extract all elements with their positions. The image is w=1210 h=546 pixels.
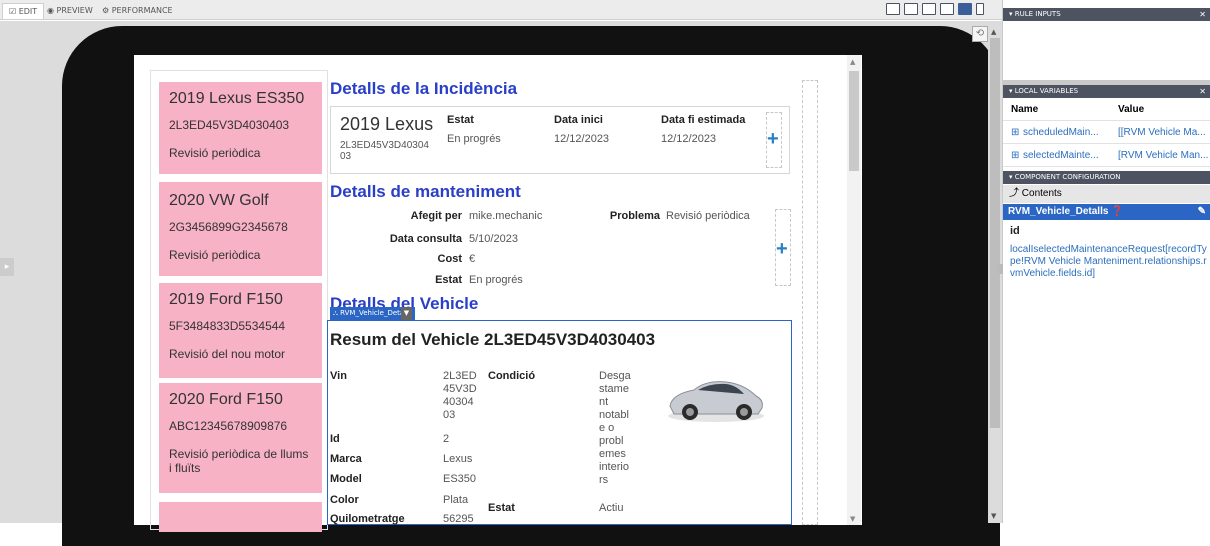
incidence-vin: 2L3ED45V3D40304 03 — [340, 140, 429, 162]
record-card[interactable]: 2020 Ford F150 ABC12345678909876 Revisió… — [159, 383, 322, 493]
record-vin: 2G3456899G2345678 — [169, 220, 288, 234]
up-arrow-icon: ⤴ — [1009, 188, 1022, 199]
contents-breadcrumb[interactable]: ⤴ Contents — [1003, 185, 1210, 203]
add-icon[interactable]: + — [776, 238, 788, 261]
variables-header-row: Name Value — [1003, 99, 1210, 121]
record-title: 2019 Lexus ES350 — [169, 90, 305, 107]
added-by-value: mike.mechanic — [469, 210, 543, 222]
record-reason: Revisió del nou motor — [169, 347, 286, 361]
car-image — [668, 381, 764, 422]
condition-label: Condició — [488, 370, 536, 382]
id-value: 2 — [443, 433, 450, 445]
consult-date-value: 5/10/2023 — [469, 233, 518, 245]
drop-zone — [802, 80, 818, 525]
record-vin: 2L3ED45V3D4030403 — [169, 118, 290, 132]
component-configuration-header[interactable]: ▾ COMPONENT CONFIGURATION — [1003, 171, 1210, 184]
record-title: 2020 Ford F150 — [169, 391, 283, 408]
record-card[interactable]: 2019 Lexus ES350 2L3ED45V3D4030403 Revis… — [159, 82, 322, 174]
record-title: 2020 VW Golf — [169, 192, 269, 209]
maint-status-value: En progrés — [469, 274, 523, 286]
maint-status-label: Estat — [435, 274, 462, 286]
add-icon[interactable]: + — [767, 128, 779, 151]
fit-width-icon[interactable] — [886, 3, 900, 15]
consult-date-label: Data consulta — [389, 233, 462, 245]
help-icon[interactable]: ❓ — [1108, 206, 1123, 217]
edit-tab[interactable]: ☑ EDIT — [2, 3, 45, 19]
record-card[interactable] — [159, 502, 322, 532]
record-reason: Revisió periòdica de llums i fluïts — [169, 447, 309, 475]
phone-icon[interactable] — [976, 3, 984, 15]
cost-value: € — [469, 253, 476, 265]
mileage-label: Quilometratge — [330, 513, 405, 525]
brand-label: Marca — [330, 453, 362, 465]
status-value: En progrés — [447, 133, 501, 145]
variable-row[interactable]: ⊞ scheduledMain... [[RVM Vehicle Ma... — [1003, 122, 1210, 144]
record-reason: Revisió periòdica — [169, 146, 261, 160]
condition-value: Desga stame nt notabl e o probl emes int… — [599, 370, 631, 486]
mileage-value: 56295 — [443, 513, 474, 525]
close-icon[interactable]: ✕ — [1199, 85, 1206, 98]
rotate-icon[interactable]: ⟲ — [972, 26, 988, 42]
performance-tab[interactable]: ⚙ PERFORMANCE — [96, 3, 179, 19]
color-value: Plata — [443, 494, 469, 506]
device-selector — [886, 3, 984, 15]
start-date-label: Data inici — [554, 114, 603, 126]
id-label: Id — [330, 433, 340, 445]
monitor-icon[interactable] — [922, 3, 936, 15]
vehicle-status-label: Estat — [488, 502, 515, 514]
vehicle-status-value: Actiu — [599, 502, 624, 514]
color-label: Color — [330, 494, 359, 506]
canvas-scrollbar[interactable]: ▲ ▼ — [988, 28, 1002, 523]
designer-toolbar: ☑ EDIT ◉ PREVIEW ⚙ PERFORMANCE — [0, 0, 1002, 20]
edit-icon: ☑ — [9, 7, 19, 16]
maintenance-heading: Detalls de manteniment — [330, 182, 521, 201]
expand-icon[interactable]: ⊞ — [1011, 150, 1019, 161]
tablet-icon[interactable] — [958, 3, 972, 15]
id-expression[interactable]: localIselectedMaintenanceRequest[recordT… — [1010, 244, 1208, 280]
gauge-icon: ⚙ — [102, 6, 112, 15]
local-variables-header[interactable]: ▾ LOCAL VARIABLES ✕ — [1003, 85, 1210, 98]
rule-inputs-header[interactable]: ▾ RULE INPUTS ✕ — [1003, 8, 1210, 21]
incidence-heading: Detalls de la Incidència — [330, 79, 518, 98]
problem-label: Problema — [609, 210, 660, 222]
selected-component[interactable]: RVM_Vehicle_Detalls ❓ ✎ — [1003, 204, 1210, 220]
end-date-label: Data fi estimada — [661, 114, 746, 126]
expand-left-icon[interactable]: ▸ — [0, 258, 14, 276]
added-by-label: Afegit per — [410, 210, 462, 222]
laptop-icon[interactable] — [940, 3, 954, 15]
record-card[interactable]: 2019 Ford F150 5F3484833D5534544 Revisió… — [159, 283, 322, 378]
variable-row[interactable]: ⊞ selectedMainte... [RVM Vehicle Man... — [1003, 145, 1210, 167]
incidence-vehicle: 2019 Lexus — [340, 114, 434, 134]
problem-value: Revisió periòdica — [666, 210, 750, 222]
model-value: ES350 — [443, 473, 477, 485]
record-vin: 5F3484833D5534544 — [169, 319, 286, 333]
status-label: Estat — [447, 114, 474, 126]
vin-label: Vin — [330, 370, 347, 382]
model-label: Model — [330, 473, 362, 485]
close-icon[interactable]: ✕ — [1199, 8, 1206, 21]
vin-value: 2L3ED 45V3D 40304 03 — [443, 370, 477, 421]
brand-value: Lexus — [443, 453, 473, 465]
expand-icon[interactable]: ⊞ — [1011, 127, 1019, 138]
end-date-value: 12/12/2023 — [661, 133, 717, 145]
record-title: 2019 Ford F150 — [169, 291, 283, 308]
screen-scrollbar[interactable]: ▲ ▼ — [847, 55, 861, 525]
preview-tab[interactable]: ◉ PREVIEW — [41, 3, 99, 19]
panel-resize-handle[interactable] — [997, 264, 1003, 274]
record-card[interactable]: 2020 VW Golf 2G3456899G2345678 Revisió p… — [159, 182, 322, 276]
chevron-down-icon[interactable]: ▼ — [401, 307, 412, 320]
record-vin: ABC12345678909876 — [169, 419, 288, 433]
record-reason: Revisió periòdica — [169, 248, 261, 262]
start-date-value: 12/12/2023 — [554, 133, 610, 145]
desktop-icon[interactable] — [904, 3, 918, 15]
eye-icon: ◉ — [47, 6, 57, 15]
vehicle-summary-title: Resum del Vehicle 2L3ED45V3D4030403 — [330, 330, 656, 349]
id-param-label: id — [1010, 225, 1020, 237]
edit-icon[interactable]: ✎ — [1198, 204, 1206, 220]
cost-label: Cost — [437, 253, 462, 265]
